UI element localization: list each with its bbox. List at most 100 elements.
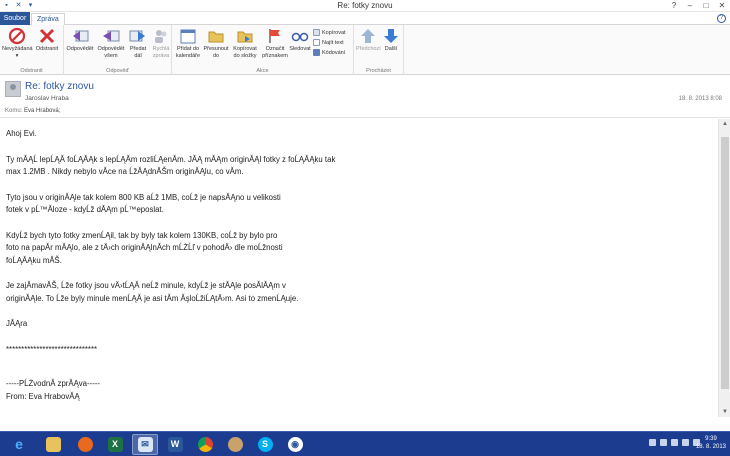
reply-button[interactable]: Odpovědět xyxy=(66,27,94,53)
body-paragraph: Ahoj Evi. xyxy=(6,129,37,138)
recipient-row: Komu: Eva Hrabová; xyxy=(5,108,60,114)
taskbar: e X ✉ W S ◉ 9:39 18. 8. 2013 xyxy=(0,431,730,456)
message-header: Re: fotky znovu Jaroslav Hraba 18. 8. 20… xyxy=(0,76,730,118)
watch-button[interactable]: Sledovat xyxy=(289,27,311,53)
copy-button[interactable]: Kopírovat xyxy=(313,29,346,36)
tray-flag-icon[interactable] xyxy=(660,439,667,446)
word-icon: W xyxy=(167,437,183,452)
taskbar-skype[interactable]: S xyxy=(252,434,278,455)
maximize-icon[interactable]: □ xyxy=(698,0,714,12)
reply-all-button[interactable]: Odpovědět všem xyxy=(96,27,126,59)
taskbar-mail[interactable]: ✉ xyxy=(132,434,158,455)
group-navigate: Předchozí Další Procházet xyxy=(354,25,404,75)
clock[interactable]: 9:39 18. 8. 2013 xyxy=(696,435,726,451)
taskbar-outlook[interactable]: ◉ xyxy=(282,434,308,455)
scroll-thumb[interactable] xyxy=(721,137,729,389)
excel-icon: X xyxy=(107,437,123,452)
taskbar-excel[interactable]: X xyxy=(102,434,128,455)
encoding-button[interactable]: Kódování xyxy=(313,49,345,56)
reply-all-icon xyxy=(103,30,120,42)
taskbar-firefox[interactable] xyxy=(72,434,98,455)
body-paragraph: Ty mĂĄĹ lepĹĄĂ foĹĄĂĄk s lepĹĄĂm rozliĹĄ… xyxy=(6,154,336,177)
scroll-down-icon[interactable]: ▼ xyxy=(719,407,730,417)
taskbar-paint[interactable] xyxy=(222,434,248,455)
flag-icon xyxy=(269,29,280,43)
to-value[interactable]: Eva Hrabová; xyxy=(24,108,60,114)
next-button[interactable]: Další xyxy=(380,27,402,53)
calendar-icon xyxy=(180,29,196,44)
system-tray xyxy=(649,439,700,446)
scroll-up-icon[interactable]: ▲ xyxy=(719,119,730,129)
add-to-calendar-button[interactable]: Přidat do kalendáře xyxy=(174,27,202,59)
junk-button[interactable]: Nevyžádaná ▾ xyxy=(2,27,33,59)
ribbon: Nevyžádaná ▾ Odstranit Odstranit Odpovědě… xyxy=(0,25,730,75)
body-paragraph: ****************************** xyxy=(6,344,98,354)
window-controls: ? – □ ✕ xyxy=(666,0,730,12)
junk-icon xyxy=(8,27,26,45)
window-title: Re: fotky znovu xyxy=(337,1,393,10)
group-respond: Odpovědět Odpovědět všem Předat dál Rych… xyxy=(64,25,172,75)
body-paragraph: Tyto jsou v originĂĄle tak kolem 800 KB … xyxy=(6,192,281,215)
previous-button[interactable]: Předchozí xyxy=(356,27,381,53)
avatar xyxy=(5,81,21,97)
paint-icon xyxy=(227,437,243,452)
internet-explorer-icon: e xyxy=(15,436,23,452)
group-label-respond: Odpověď xyxy=(106,68,129,74)
group-label-navigate: Procházet xyxy=(366,68,391,74)
folder-move-icon xyxy=(208,31,224,43)
group-label-delete: Odstranit xyxy=(20,68,43,74)
outlook-icon: ◉ xyxy=(287,437,303,452)
glasses-icon xyxy=(291,32,309,42)
taskbar-word[interactable]: W xyxy=(162,434,188,455)
copy-to-folder-button[interactable]: Kopírovat do složky xyxy=(230,27,260,59)
tray-battery-icon[interactable] xyxy=(671,439,678,446)
message-body: Ahoj Evi. Ty mĂĄĹ lepĹĄĂ foĹĄĂĄk s lepĹĄ… xyxy=(0,119,718,431)
ribbon-tabs: Soubor Zpráva ? xyxy=(0,12,730,26)
move-to-button[interactable]: Přesunout do xyxy=(203,27,229,59)
people-icon xyxy=(155,30,167,43)
tray-expand-icon[interactable] xyxy=(649,439,656,446)
taskbar-file-explorer[interactable] xyxy=(40,434,66,455)
find-text-button[interactable]: Najít text xyxy=(313,39,344,46)
clock-date: 18. 8. 2013 xyxy=(695,444,726,450)
to-label: Komu: xyxy=(5,108,23,114)
quick-reply-button[interactable]: Rychlá zpráva xyxy=(150,27,172,59)
flag-button[interactable]: Označit příznakem xyxy=(261,27,289,59)
body-paragraph: KdyĹž bych tyto fotky zmenĹĄil, tak by b… xyxy=(6,230,283,265)
body-paragraph: -----PĹŻvodnĂ zprĂĄva----- From: Eva Hra… xyxy=(6,379,101,401)
taskbar-internet-explorer[interactable]: e xyxy=(6,434,32,455)
taskbar-chrome[interactable] xyxy=(192,434,218,455)
tab-file[interactable]: Soubor xyxy=(0,12,30,25)
group-label-actions: Akce xyxy=(256,68,269,74)
delete-button[interactable]: Odstranit xyxy=(33,27,61,53)
delete-x-icon xyxy=(39,28,55,44)
body-paragraph: Je zajĂmavĂŠ, Ĺže fotky jsou vÄ›tĹĄĂ neĹ… xyxy=(6,281,299,303)
group-actions: Přidat do kalendáře Přesunout do Kopírov… xyxy=(172,25,354,75)
message-sender[interactable]: Jaroslav Hraba xyxy=(25,95,69,102)
skype-icon: S xyxy=(257,437,273,452)
minimize-icon[interactable]: – xyxy=(682,0,698,12)
arrow-up-icon xyxy=(361,29,375,43)
vertical-scrollbar[interactable]: ▲ ▼ xyxy=(718,119,730,417)
chrome-icon xyxy=(197,437,213,452)
group-delete: Nevyžádaná ▾ Odstranit Odstranit xyxy=(0,25,64,75)
forward-button[interactable]: Předat dál xyxy=(127,27,149,59)
message-subject: Re: fotky znovu xyxy=(25,81,94,92)
help-icon[interactable]: ? xyxy=(717,14,726,23)
clock-time: 9:39 xyxy=(705,436,717,442)
tray-network-icon[interactable] xyxy=(682,439,689,446)
message-date: 18. 8. 2013 8:08 xyxy=(678,96,722,102)
encoding-icon xyxy=(313,49,320,56)
folder-icon xyxy=(45,437,61,452)
close-icon[interactable]: ✕ xyxy=(714,0,730,12)
title-bar: ▪ ✕ ▾ Re: fotky znovu ? – □ ✕ xyxy=(0,0,730,12)
folder-copy-icon xyxy=(237,31,253,43)
mail-icon: ✉ xyxy=(137,437,153,452)
reply-icon xyxy=(73,30,89,42)
forward-icon xyxy=(129,30,145,42)
body-paragraph: JĂĄra xyxy=(6,319,28,328)
firefox-icon xyxy=(77,437,93,452)
arrow-down-icon xyxy=(384,29,398,43)
help-window-icon[interactable]: ? xyxy=(666,0,682,12)
find-icon xyxy=(313,39,320,46)
